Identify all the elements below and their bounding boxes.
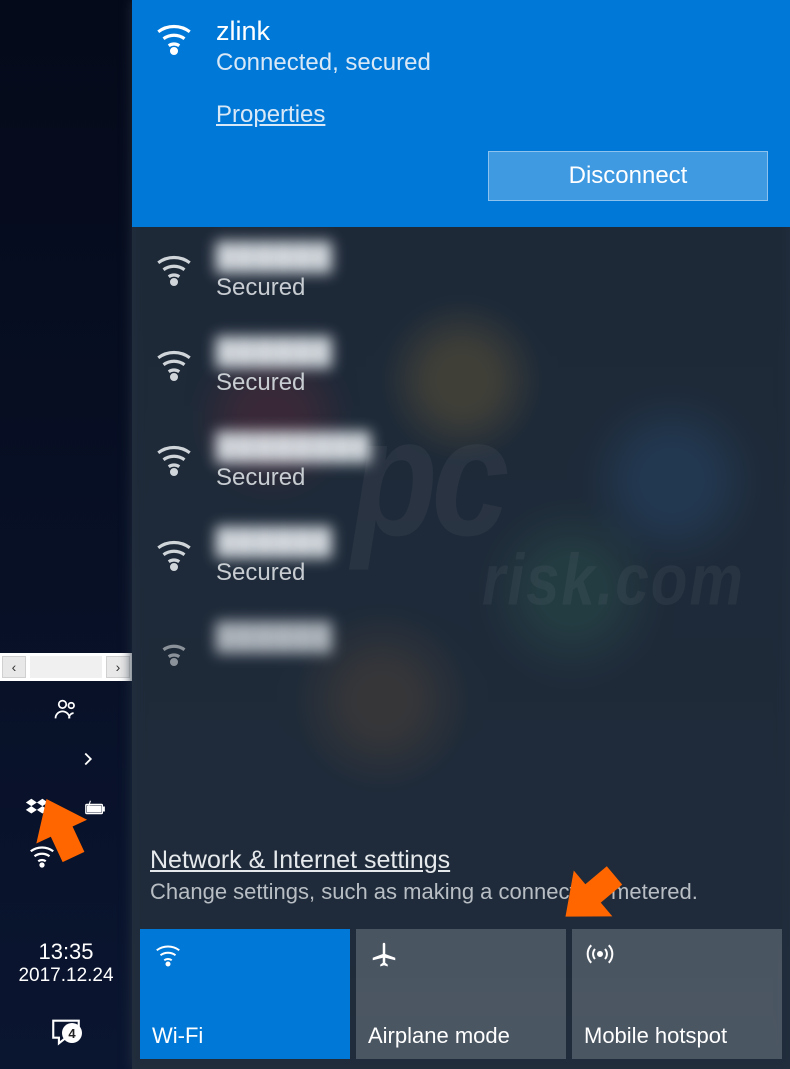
tile-label: Airplane mode (368, 1023, 554, 1049)
network-item[interactable]: ██████ (150, 621, 772, 667)
scroll-right-button[interactable]: › (106, 656, 130, 678)
network-flyout: pcrisk.com zlink Connected, secured Prop… (132, 0, 790, 1069)
wifi-icon (150, 16, 198, 56)
network-item[interactable]: ██████Secured (150, 526, 772, 587)
clock-time: 13:35 (0, 939, 132, 965)
settings-section: Network & Internet settings Change setti… (132, 836, 790, 921)
action-center-icon[interactable]: 4 (0, 1001, 132, 1069)
wifi-icon (150, 247, 198, 287)
network-name-blurred: ████████ (216, 431, 371, 462)
network-name-blurred: ██████ (216, 621, 333, 652)
dropbox-icon[interactable] (21, 793, 53, 825)
connected-network-name: zlink (216, 16, 431, 47)
settings-description: Change settings, such as making a connec… (150, 879, 772, 905)
notification-badge: 4 (62, 1023, 82, 1043)
network-status: Secured (216, 559, 333, 587)
properties-link[interactable]: Properties (216, 101, 325, 129)
wifi-icon (150, 342, 198, 382)
wifi-icon (152, 939, 338, 973)
disconnect-button[interactable]: Disconnect (488, 151, 768, 201)
mobile-hotspot-tile[interactable]: Mobile hotspot (572, 929, 782, 1059)
battery-icon[interactable] (79, 793, 111, 825)
network-name-blurred: ██████ (216, 241, 333, 272)
tile-label: Mobile hotspot (584, 1023, 770, 1049)
wifi-tile[interactable]: Wi-Fi (140, 929, 350, 1059)
clock[interactable]: 13:35 2017.12.24 (0, 929, 132, 1001)
network-name-blurred: ██████ (216, 336, 333, 367)
tile-label: Wi-Fi (152, 1023, 338, 1049)
network-item[interactable]: ██████Secured (150, 336, 772, 397)
clock-date: 2017.12.24 (0, 965, 132, 987)
taskbar-scroll-controls: ‹ › (0, 653, 132, 681)
network-name-blurred: ██████ (216, 526, 333, 557)
network-status: Secured (216, 274, 333, 302)
taskbar: ‹ › 13:35 2017.12.24 4 (0, 0, 132, 1069)
network-status: Secured (216, 369, 333, 397)
people-icon[interactable] (50, 693, 82, 725)
network-settings-link[interactable]: Network & Internet settings (150, 846, 450, 874)
connected-network-panel[interactable]: zlink Connected, secured Properties Disc… (132, 0, 790, 227)
wifi-icon (150, 437, 198, 477)
scroll-left-button[interactable]: ‹ (2, 656, 26, 678)
airplane-icon (368, 939, 554, 973)
network-status: Secured (216, 464, 371, 492)
airplane-mode-tile[interactable]: Airplane mode (356, 929, 566, 1059)
connected-network-status: Connected, secured (216, 49, 431, 77)
network-item[interactable]: ██████Secured (150, 241, 772, 302)
wifi-icon (150, 532, 198, 572)
scroll-thumb[interactable] (30, 656, 102, 678)
available-networks-list: ██████Secured ██████Secured ████████Secu… (132, 227, 790, 836)
hotspot-icon (584, 939, 770, 973)
quick-action-tiles: Wi-Fi Airplane mode Mobile hotspot (132, 921, 790, 1069)
wifi-icon (150, 627, 198, 667)
network-item[interactable]: ████████Secured (150, 431, 772, 492)
wifi-tray-icon[interactable] (26, 839, 58, 871)
expand-tray-icon[interactable] (72, 743, 104, 775)
